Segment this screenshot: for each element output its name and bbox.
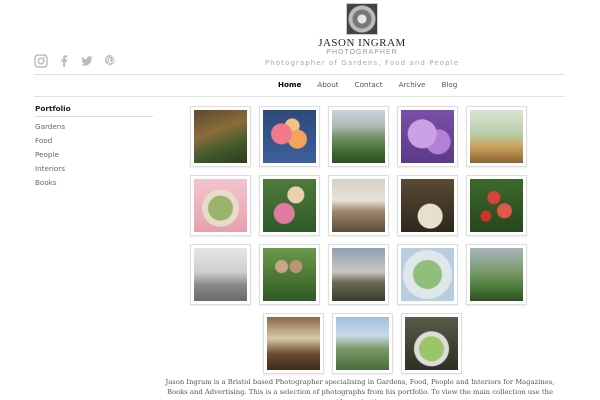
grid-row: [190, 106, 534, 167]
instagram-icon[interactable]: [34, 54, 48, 68]
photo-thumbnail[interactable]: [259, 175, 320, 236]
twitter-icon[interactable]: [80, 54, 94, 68]
facebook-icon[interactable]: [57, 54, 71, 68]
grid-row: [190, 175, 534, 236]
site-subtitle: PHOTOGRAPHER: [326, 49, 398, 56]
sidebar-title[interactable]: Portfolio: [35, 104, 153, 117]
pinterest-icon[interactable]: [103, 54, 117, 68]
photo-thumbnail[interactable]: [331, 313, 393, 374]
header-divider-top: [34, 74, 565, 75]
nav-blog[interactable]: Blog: [433, 80, 465, 89]
photo-thumbnail[interactable]: [190, 175, 251, 236]
nav-contact[interactable]: Contact: [347, 80, 391, 89]
photo-thumbnail[interactable]: [259, 244, 320, 305]
nav-home[interactable]: Home: [270, 80, 309, 89]
grid-row: [190, 313, 534, 374]
logo-image[interactable]: [346, 3, 378, 35]
photo-thumbnail[interactable]: [328, 106, 389, 167]
photo-thumbnail[interactable]: [190, 244, 251, 305]
main-nav: Home About Contact Archive Blog: [270, 80, 465, 89]
portfolio-grid: [190, 106, 534, 382]
photo-thumbnail[interactable]: [466, 106, 527, 167]
nav-about[interactable]: About: [309, 80, 346, 89]
photo-thumbnail[interactable]: [466, 175, 527, 236]
photo-thumbnail[interactable]: [397, 244, 458, 305]
nav-archive[interactable]: Archive: [391, 80, 434, 89]
photo-thumbnail[interactable]: [400, 313, 462, 374]
photo-thumbnail[interactable]: [190, 106, 251, 167]
site-tagline: Photographer of Gardens, Food and People: [264, 59, 460, 67]
photo-thumbnail[interactable]: [397, 106, 458, 167]
footer-description: Jason Ingram is a Bristol based Photogra…: [165, 378, 555, 400]
photo-thumbnail[interactable]: [397, 175, 458, 236]
grid-row: [190, 244, 534, 305]
sidebar-item-gardens[interactable]: Gardens: [35, 120, 153, 134]
sidebar-item-books[interactable]: Books: [35, 176, 153, 190]
sidebar-item-interiors[interactable]: Interiors: [35, 162, 153, 176]
photo-thumbnail[interactable]: [262, 313, 324, 374]
photo-thumbnail[interactable]: [328, 175, 389, 236]
portfolio-sidebar: Portfolio Gardens Food People Interiors …: [35, 104, 153, 190]
header-divider-bottom: [34, 96, 565, 97]
photo-thumbnail[interactable]: [259, 106, 320, 167]
photo-thumbnail[interactable]: [466, 244, 527, 305]
social-links: [34, 54, 117, 68]
site-name[interactable]: JASON INGRAM: [300, 37, 424, 49]
photo-thumbnail[interactable]: [328, 244, 389, 305]
sidebar-item-food[interactable]: Food: [35, 134, 153, 148]
sidebar-item-people[interactable]: People: [35, 148, 153, 162]
